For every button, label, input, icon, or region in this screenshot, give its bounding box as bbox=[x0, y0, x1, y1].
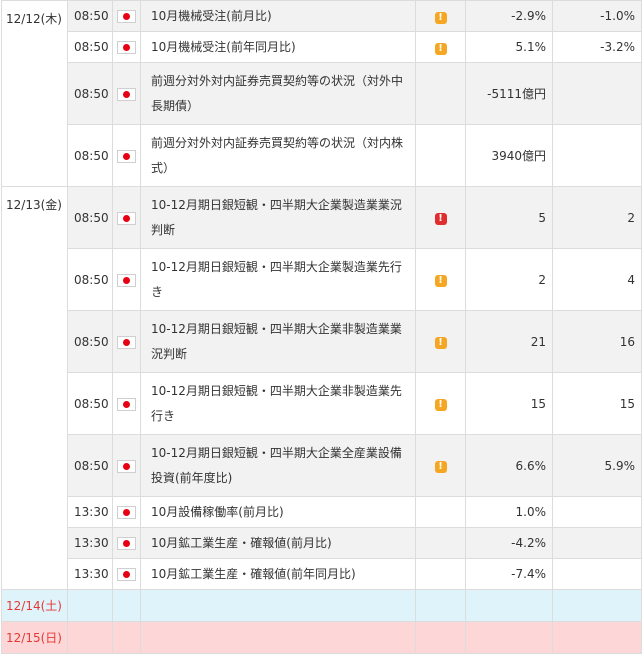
time-cell: 13:30 bbox=[67, 496, 113, 528]
japan-flag-icon bbox=[117, 506, 136, 519]
actual-value: 5.1% bbox=[465, 31, 553, 63]
event-name: 10月機械受注(前年同月比) bbox=[140, 31, 416, 63]
importance-mid-icon: ! bbox=[434, 11, 447, 24]
forecast-value: -3.2% bbox=[552, 31, 642, 63]
actual-value: -7.4% bbox=[465, 558, 553, 590]
actual-value: 6.6% bbox=[465, 434, 553, 497]
importance-mid-icon: ! bbox=[434, 42, 447, 55]
event-name: 10月鉱工業生産・確報値(前月比) bbox=[140, 527, 416, 559]
importance-cell bbox=[415, 124, 466, 187]
event-name: 10-12月期日銀短観・四半期大企業製造業先行き bbox=[140, 248, 416, 311]
time-cell: 08:50 bbox=[67, 62, 113, 125]
forecast-value bbox=[552, 527, 642, 559]
forecast-value: -1.0% bbox=[552, 0, 642, 32]
time-cell: 08:50 bbox=[67, 434, 113, 497]
date-cell: 12/15(日) bbox=[1, 621, 68, 654]
time-cell: 13:30 bbox=[67, 558, 113, 590]
forecast-value bbox=[552, 62, 642, 125]
forecast-value bbox=[552, 124, 642, 187]
importance-mid-icon: ! bbox=[434, 399, 447, 411]
event-name: 前週分対外対内証券売買契約等の状況（対外中長期債） bbox=[140, 62, 416, 125]
actual-value: -5111億円 bbox=[465, 62, 553, 125]
forecast-value: 5.9% bbox=[552, 434, 642, 497]
date-cell: 12/14(土) bbox=[1, 589, 68, 622]
actual-value: 5 bbox=[465, 186, 553, 249]
calendar-row: 08:50 10-12月期日銀短観・四半期大企業全産業設備投資(前年度比) ! … bbox=[2, 434, 642, 497]
calendar-row: 08:50 前週分対外対内証券売買契約等の状況（対内株式） 3940億円 bbox=[2, 124, 642, 187]
actual-value: 1.0% bbox=[465, 496, 553, 528]
event-name: 前週分対外対内証券売買契約等の状況（対内株式） bbox=[140, 124, 416, 187]
importance-mid-icon: ! bbox=[434, 275, 447, 287]
japan-flag-icon bbox=[117, 537, 136, 550]
event-name: 10-12月期日銀短観・四半期大企業非製造業先行き bbox=[140, 372, 416, 435]
calendar-row: 12/13(金) 08:50 10-12月期日銀短観・四半期大企業製造業業況判断… bbox=[1, 186, 642, 590]
economic-calendar-table: 12/12(木) 08:50 10月機械受注(前月比) ! -2.9% -1.0… bbox=[1, 0, 642, 654]
importance-mid-icon: ! bbox=[434, 461, 447, 473]
date-cell: 12/13(金) bbox=[1, 186, 68, 590]
time-cell: 08:50 bbox=[67, 31, 113, 63]
japan-flag-icon bbox=[117, 10, 136, 23]
calendar-row: 08:50 10-12月期日銀短観・四半期大企業非製造業先行き ! 15 15 bbox=[2, 372, 642, 435]
calendar-row: 08:50 10月機械受注(前年同月比) ! 5.1% -3.2% bbox=[2, 31, 642, 63]
japan-flag-icon bbox=[117, 211, 136, 225]
time-cell: 08:50 bbox=[67, 186, 113, 249]
importance-cell bbox=[415, 62, 466, 125]
japan-flag-icon bbox=[117, 335, 136, 349]
calendar-row: 08:50 前週分対外対内証券売買契約等の状況（対外中長期債） -5111億円 bbox=[2, 62, 642, 125]
actual-value: -4.2% bbox=[465, 527, 553, 559]
calendar-row: 08:50 10-12月期日銀短観・四半期大企業製造業先行き ! 2 4 bbox=[2, 248, 642, 311]
event-name: 10-12月期日銀短観・四半期大企業全産業設備投資(前年度比) bbox=[140, 434, 416, 497]
importance-mid-icon: ! bbox=[434, 337, 447, 349]
forecast-value: 2 bbox=[552, 186, 642, 249]
calendar-row: 08:50 10-12月期日銀短観・四半期大企業非製造業業況判断 ! 21 16 bbox=[2, 310, 642, 373]
event-name: 10月設備稼働率(前月比) bbox=[140, 496, 416, 528]
forecast-value: 4 bbox=[552, 248, 642, 311]
time-cell: 08:50 bbox=[67, 372, 113, 435]
japan-flag-icon bbox=[117, 459, 136, 473]
japan-flag-icon bbox=[117, 41, 136, 54]
actual-value: 2 bbox=[465, 248, 553, 311]
forecast-value bbox=[552, 496, 642, 528]
time-cell: 08:50 bbox=[67, 124, 113, 187]
forecast-value: 16 bbox=[552, 310, 642, 373]
calendar-row: 12/12(木) 08:50 10月機械受注(前月比) ! -2.9% -1.0… bbox=[1, 0, 642, 187]
time-cell: 08:50 bbox=[67, 310, 113, 373]
calendar-row: 13:30 10月鉱工業生産・確報値(前月比) -4.2% bbox=[2, 527, 642, 559]
actual-value: 15 bbox=[465, 372, 553, 435]
calendar-row: 13:30 10月設備稼働率(前月比) 1.0% bbox=[2, 496, 642, 528]
importance-cell bbox=[415, 496, 466, 528]
calendar-row: 13:30 10月鉱工業生産・確報値(前年同月比) -7.4% bbox=[2, 558, 642, 590]
actual-value: 21 bbox=[465, 310, 553, 373]
event-name: 10-12月期日銀短観・四半期大企業非製造業業況判断 bbox=[140, 310, 416, 373]
actual-value: 3940億円 bbox=[465, 124, 553, 187]
time-cell: 08:50 bbox=[67, 248, 113, 311]
japan-flag-icon bbox=[117, 397, 136, 411]
importance-high-icon: ! bbox=[434, 213, 447, 225]
date-cell: 12/12(木) bbox=[1, 0, 68, 187]
time-cell: 13:30 bbox=[67, 527, 113, 559]
importance-cell bbox=[415, 527, 466, 559]
event-name: 10-12月期日銀短観・四半期大企業製造業業況判断 bbox=[140, 186, 416, 249]
forecast-value bbox=[552, 558, 642, 590]
calendar-row-saturday: 12/14(土) bbox=[1, 589, 642, 622]
actual-value: -2.9% bbox=[465, 0, 553, 32]
event-name: 10月機械受注(前月比) bbox=[140, 0, 416, 32]
japan-flag-icon bbox=[117, 273, 136, 287]
time-cell: 08:50 bbox=[67, 0, 113, 32]
importance-cell bbox=[415, 558, 466, 590]
event-name: 10月鉱工業生産・確報値(前年同月比) bbox=[140, 558, 416, 590]
forecast-value: 15 bbox=[552, 372, 642, 435]
japan-flag-icon bbox=[117, 87, 136, 101]
japan-flag-icon bbox=[117, 568, 136, 581]
calendar-row-sunday: 12/15(日) bbox=[1, 621, 642, 654]
japan-flag-icon bbox=[117, 149, 136, 163]
